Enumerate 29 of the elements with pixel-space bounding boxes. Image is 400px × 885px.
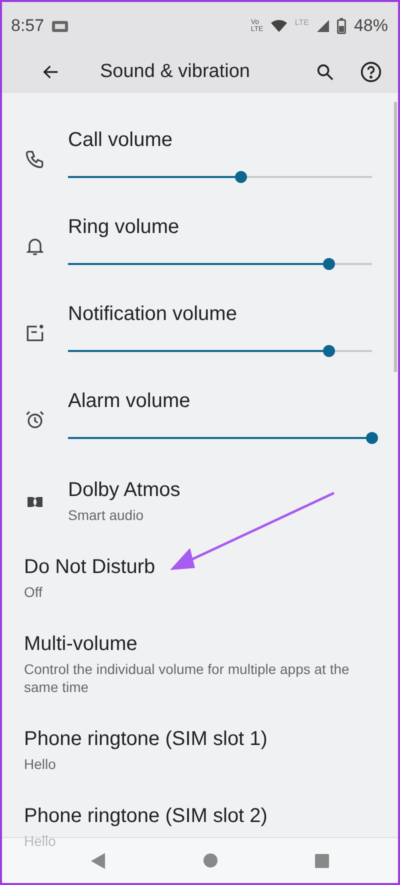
battery-percentage: 48% [354,16,388,36]
signal-icon [316,20,329,32]
setting-title[interactable]: Alarm volume [68,390,378,413]
setting-summary: Smart audio [68,506,144,524]
setting-title[interactable]: Phone ringtone (SIM slot 2) [24,805,378,828]
slider-thumb[interactable] [323,258,336,270]
setting-title[interactable]: Notification volume [68,303,378,326]
page-title: Sound & vibration [100,60,251,82]
setting-title[interactable]: Phone ringtone (SIM slot 1) [24,728,378,751]
status-time: 8:57 [11,16,44,36]
setting-summary: Off [24,583,44,601]
setting-title[interactable]: Call volume [68,129,378,152]
setting-title[interactable]: Ring volume [68,216,378,239]
wifi-icon [270,19,287,33]
setting-summary: Hello [24,755,57,773]
setting-title[interactable]: Dolby Atmos [68,479,378,502]
recents-square-icon [315,854,329,868]
network-type: LTE [294,18,309,27]
slider-thumb[interactable] [235,171,248,183]
setting-summary: Control the individual volume for multiple apps at the same time [24,660,350,696]
home-circle-icon [202,853,218,868]
sim-card-icon [52,20,68,32]
alarm-icon [24,408,46,430]
slider-thumb[interactable] [366,432,378,444]
battery-icon [336,18,346,34]
setting-title[interactable]: Multi-volume [24,633,378,656]
slider-thumb[interactable] [323,345,336,357]
setting-title[interactable]: Do Not Disturb [24,556,378,579]
triangle-back-icon [91,852,105,868]
